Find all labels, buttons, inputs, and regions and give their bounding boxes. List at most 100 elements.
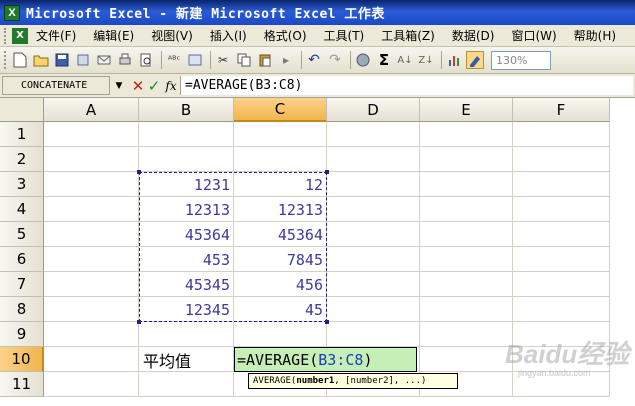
cell[interactable]: [44, 197, 139, 222]
cell[interactable]: [513, 172, 610, 197]
menu-format[interactable]: 格式(O): [264, 27, 307, 44]
cell[interactable]: [327, 222, 420, 247]
cell[interactable]: [420, 347, 513, 372]
enter-icon[interactable]: ✓: [146, 77, 162, 95]
toolbar-grip[interactable]: [4, 51, 8, 69]
row-header-1[interactable]: 1: [0, 122, 44, 147]
menu-toolbox[interactable]: 工具箱(Z): [381, 27, 435, 44]
cell[interactable]: [327, 122, 420, 147]
cell[interactable]: [234, 147, 327, 172]
cancel-icon[interactable]: ✕: [130, 77, 146, 95]
cell[interactable]: [420, 222, 513, 247]
research-icon[interactable]: [186, 51, 204, 69]
insert-function-icon[interactable]: fx: [162, 79, 180, 93]
chart-wizard-icon[interactable]: [445, 51, 463, 69]
cell[interactable]: [420, 297, 513, 322]
cell[interactable]: [139, 322, 234, 347]
column-header-b[interactable]: B: [139, 98, 234, 122]
function-tooltip[interactable]: AVERAGE(number1, [number2], ...): [248, 373, 458, 389]
spelling-icon[interactable]: ᴬᴮᶜ: [165, 51, 183, 69]
menu-data[interactable]: 数据(D): [452, 27, 495, 44]
cut-icon[interactable]: ✂: [214, 51, 232, 69]
cell[interactable]: [420, 197, 513, 222]
save-icon[interactable]: [53, 51, 71, 69]
cell[interactable]: [139, 147, 234, 172]
cell[interactable]: [513, 247, 610, 272]
cell[interactable]: [44, 147, 139, 172]
menu-help[interactable]: 帮助(H): [574, 27, 616, 44]
chevron-down-icon[interactable]: ▼: [110, 76, 128, 95]
column-header-d[interactable]: D: [327, 98, 420, 122]
cell[interactable]: [420, 122, 513, 147]
menu-insert[interactable]: 插入(I): [210, 27, 247, 44]
cell[interactable]: [44, 272, 139, 297]
column-header-f[interactable]: F: [513, 98, 610, 122]
workbook-icon[interactable]: X: [12, 27, 28, 44]
cell[interactable]: [513, 272, 610, 297]
cell[interactable]: [513, 222, 610, 247]
cell[interactable]: [327, 172, 420, 197]
formula-input[interactable]: =AVERAGE(B3:C8): [180, 76, 633, 95]
cell[interactable]: [139, 372, 234, 397]
cell[interactable]: [234, 122, 327, 147]
cell-b10-label[interactable]: 平均值: [143, 347, 191, 372]
menu-edit[interactable]: 编辑(E): [93, 27, 134, 44]
row-header-5[interactable]: 5: [0, 222, 44, 247]
cell[interactable]: [139, 122, 234, 147]
print-preview-icon[interactable]: [137, 51, 155, 69]
cell[interactable]: [44, 247, 139, 272]
print-icon[interactable]: [116, 51, 134, 69]
cell[interactable]: [513, 297, 610, 322]
row-header-8[interactable]: 8: [0, 297, 44, 322]
cell[interactable]: [44, 122, 139, 147]
select-all-corner[interactable]: [0, 98, 44, 122]
cell[interactable]: [420, 172, 513, 197]
row-header-11[interactable]: 11: [0, 372, 44, 397]
row-header-4[interactable]: 4: [0, 197, 44, 222]
cell[interactable]: [327, 147, 420, 172]
menu-window[interactable]: 窗口(W): [511, 27, 556, 44]
cell[interactable]: [44, 222, 139, 247]
cell[interactable]: [234, 322, 327, 347]
cell[interactable]: [513, 122, 610, 147]
tooltip-arg1[interactable]: number1: [296, 376, 334, 386]
drawing-icon[interactable]: [466, 51, 484, 69]
row-header-7[interactable]: 7: [0, 272, 44, 297]
row-header-10[interactable]: 10: [0, 347, 44, 372]
cell[interactable]: [513, 147, 610, 172]
row-header-3[interactable]: 3: [0, 172, 44, 197]
cell[interactable]: [44, 347, 139, 372]
cell[interactable]: [327, 322, 420, 347]
cell[interactable]: [420, 147, 513, 172]
active-cell-editor[interactable]: =AVERAGE(B3:C8): [234, 347, 417, 372]
open-icon[interactable]: [32, 51, 50, 69]
sort-descending-icon[interactable]: Z↓: [417, 51, 435, 69]
email-icon[interactable]: [95, 51, 113, 69]
worksheet-grid[interactable]: ABCDEF 1 2 3 4 5 6 7 8 9 10 11 1231 12 12313 12313 453…: [0, 98, 635, 406]
hyperlink-icon[interactable]: [354, 51, 372, 69]
redo-icon[interactable]: ↷: [326, 51, 344, 69]
cell[interactable]: [420, 272, 513, 297]
paste-icon[interactable]: [256, 51, 274, 69]
cell[interactable]: [44, 322, 139, 347]
cell[interactable]: [513, 197, 610, 222]
menu-tools[interactable]: 工具(T): [324, 27, 365, 44]
autosum-icon[interactable]: Σ: [375, 51, 393, 69]
permission-icon[interactable]: [74, 51, 92, 69]
name-box[interactable]: CONCATENATE: [2, 76, 110, 95]
menu-grip[interactable]: [4, 27, 8, 44]
zoom-select[interactable]: 130%: [491, 50, 551, 70]
cell[interactable]: [420, 322, 513, 347]
cell[interactable]: [327, 197, 420, 222]
column-header-c[interactable]: C: [234, 98, 327, 122]
menu-file[interactable]: 文件(F): [36, 27, 76, 44]
column-header-a[interactable]: A: [44, 98, 139, 122]
row-header-9[interactable]: 9: [0, 322, 44, 347]
cell[interactable]: [327, 272, 420, 297]
sort-ascending-icon[interactable]: A↓: [396, 51, 414, 69]
menu-view[interactable]: 视图(V): [151, 27, 193, 44]
row-header-6[interactable]: 6: [0, 247, 44, 272]
cell[interactable]: [44, 372, 139, 397]
format-painter-icon[interactable]: ▸: [277, 51, 295, 69]
cell[interactable]: [327, 297, 420, 322]
